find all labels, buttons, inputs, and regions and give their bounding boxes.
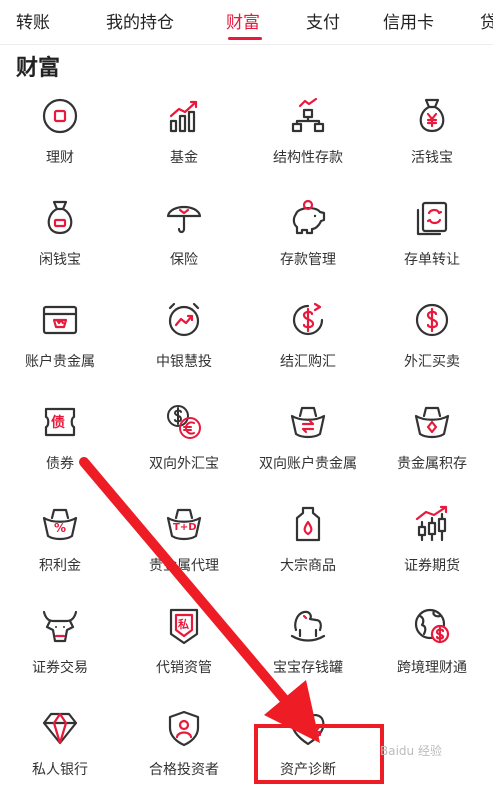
grid-item-wealth-management[interactable]: 理财 (0, 90, 120, 186)
tab-holdings[interactable]: 我的持仓 (106, 8, 174, 33)
currency-exchange-icon (288, 300, 328, 340)
diamond-icon (40, 708, 80, 748)
grid-item-baby-piggy-bank[interactable]: 宝宝存钱罐 (248, 600, 368, 696)
grid-item-agency-asset-management[interactable]: 私 代销资管 (124, 600, 244, 696)
grid-item-label: 双向账户贵金属 (259, 456, 357, 472)
private-shield-icon: 私 (164, 606, 204, 646)
grid-item-forex-trading[interactable]: 外汇买卖 (372, 294, 492, 390)
grid-item-label: 积利金 (39, 558, 81, 574)
qualified-investor-icon (164, 708, 204, 748)
grid-item-account-precious-metal[interactable]: 账户贵金属 (0, 294, 120, 390)
oil-barrel-icon (288, 504, 328, 544)
bond-glyph: 债 (51, 415, 65, 431)
grid-item-label: 债券 (46, 456, 74, 472)
grid-item-precious-metal-agency[interactable]: T+D 贵金属代理 (124, 498, 244, 594)
grid-item-label: 中银慧投 (156, 354, 212, 370)
grid-item-label: 私人银行 (32, 762, 88, 778)
watermark: Baidu 经验 (380, 744, 442, 758)
asset-diagnosis-icon (288, 708, 328, 748)
private-glyph: 私 (178, 618, 189, 631)
grid-item-label: 证券交易 (32, 660, 88, 676)
grid-item-label: 结构性存款 (273, 150, 343, 166)
grid-item-label: 贵金属积存 (397, 456, 467, 472)
grid-item-label: 外汇买卖 (404, 354, 460, 370)
money-bag-icon (40, 198, 80, 238)
grid-item-structured-deposit[interactable]: 结构性存款 (248, 90, 368, 186)
grid-item-cross-border-wealth[interactable]: 跨境理财通 (372, 600, 492, 696)
grid-item-label: 跨境理财通 (397, 660, 467, 676)
grid-item-qualified-investor[interactable]: 合格投资者 (124, 702, 244, 798)
grid-item-bond[interactable]: 债 债券 (0, 396, 120, 492)
grid-item-label: 证券期货 (404, 558, 460, 574)
tab-divider (0, 44, 493, 45)
money-bag-yuan-icon (412, 96, 452, 136)
grid-item-deposit-management[interactable]: 存款管理 (248, 192, 368, 288)
grid-item-label: 基金 (170, 150, 198, 166)
tab-credit-card[interactable]: 信用卡 (383, 8, 434, 33)
grid-item-settlement-exchange[interactable]: 结汇购汇 (248, 294, 368, 390)
grid-item-label: 大宗商品 (280, 558, 336, 574)
grid-item-label: 活钱宝 (411, 150, 453, 166)
bond-ticket-icon: 债 (40, 402, 80, 442)
grid-item-label: 结汇购汇 (280, 354, 336, 370)
grid-item-jilijin[interactable]: % 积利金 (0, 498, 120, 594)
grid-item-label: 合格投资者 (149, 762, 219, 778)
wealth-management-icon (40, 96, 80, 136)
grid-item-label: 代销资管 (156, 660, 212, 676)
percent-glyph: % (54, 521, 67, 535)
gold-ingot-icon (412, 402, 452, 442)
tab-loan[interactable]: 贷 (480, 8, 493, 33)
grid-item-label: 存款管理 (280, 252, 336, 268)
globe-dollar-icon (412, 606, 452, 646)
grid-item-label: 贵金属代理 (149, 558, 219, 574)
gold-account-icon (40, 300, 80, 340)
umbrella-icon (164, 198, 204, 238)
grid-item-two-way-forex[interactable]: 双向外汇宝 (124, 396, 244, 492)
fund-chart-icon (164, 96, 204, 136)
grid-item-label: 双向外汇宝 (149, 456, 219, 472)
structured-deposit-icon (288, 96, 328, 136)
grid-item-commodities[interactable]: 大宗商品 (248, 498, 368, 594)
grid-item-fund[interactable]: 基金 (124, 90, 244, 186)
section-title: 财富 (16, 56, 61, 81)
bull-icon (40, 606, 80, 646)
grid-item-asset-diagnosis[interactable]: 资产诊断 (248, 702, 368, 798)
grid-item-private-banking[interactable]: 私人银行 (0, 702, 120, 798)
grid-item-label: 闲钱宝 (39, 252, 81, 268)
grid-item-xianqianbao[interactable]: 闲钱宝 (0, 192, 120, 288)
dollar-euro-icon (164, 402, 204, 442)
grid-item-label: 保险 (170, 252, 198, 268)
grid-item-label: 资产诊断 (280, 762, 336, 778)
rocking-horse-icon (288, 606, 328, 646)
grid-item-two-way-account-precious-metal[interactable]: 双向账户贵金属 (248, 396, 368, 492)
grid-item-certificate-transfer[interactable]: 存单转让 (372, 192, 492, 288)
tab-payment[interactable]: 支付 (306, 8, 340, 33)
grid-item-securities-futures[interactable]: 证券期货 (372, 498, 492, 594)
forex-dollar-icon (412, 300, 452, 340)
certificate-transfer-icon (412, 198, 452, 238)
grid-item-precious-metal-accumulation[interactable]: 贵金属积存 (372, 396, 492, 492)
grid-item-securities-trading[interactable]: 证券交易 (0, 600, 120, 696)
piggy-bank-icon (288, 198, 328, 238)
tab-wealth[interactable]: 财富 (226, 8, 260, 33)
grid-item-huoqianbao[interactable]: 活钱宝 (372, 90, 492, 186)
grid-item-label: 存单转让 (404, 252, 460, 268)
active-tab-indicator (228, 37, 262, 40)
td-glyph: T+D (173, 522, 197, 533)
percent-ingot-icon: % (40, 504, 80, 544)
top-tab-bar: 转账 我的持仓 财富 支付 信用卡 贷 (0, 0, 493, 42)
grid-item-label: 宝宝存钱罐 (273, 660, 343, 676)
td-ingot-icon: T+D (164, 504, 204, 544)
smart-invest-icon (164, 300, 204, 340)
gold-ingot-exchange-icon (288, 402, 328, 442)
candlestick-icon (412, 504, 452, 544)
grid-item-label: 账户贵金属 (25, 354, 95, 370)
tab-transfer[interactable]: 转账 (16, 8, 50, 33)
grid-item-label: 理财 (46, 150, 74, 166)
grid-item-insurance[interactable]: 保险 (124, 192, 244, 288)
grid-item-boc-smart-invest[interactable]: 中银慧投 (124, 294, 244, 390)
